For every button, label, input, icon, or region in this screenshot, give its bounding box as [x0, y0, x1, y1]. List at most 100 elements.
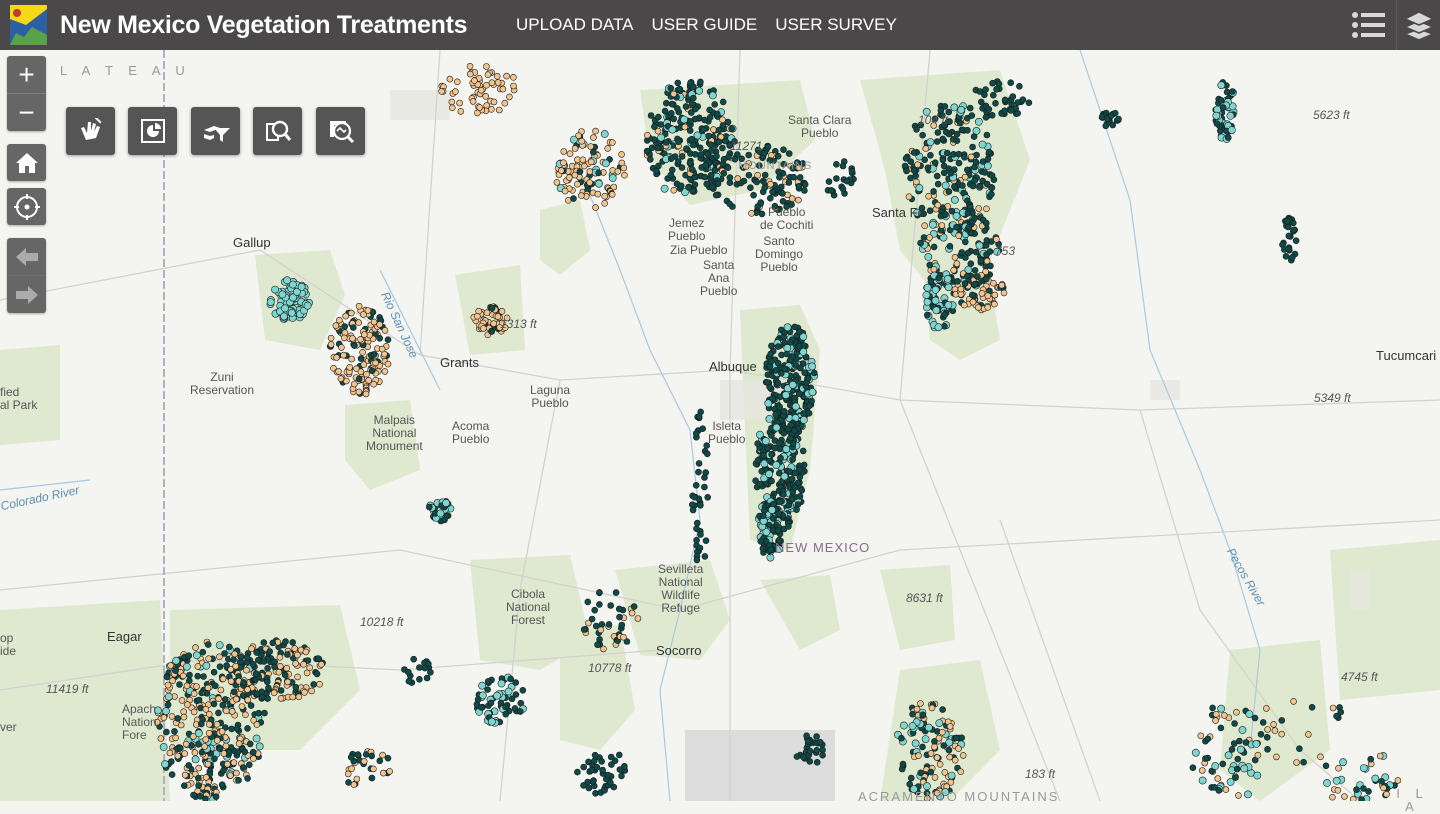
treatment-point[interactable] — [928, 704, 936, 712]
treatment-point[interactable] — [560, 148, 568, 155]
treatment-point[interactable] — [779, 198, 787, 205]
treatment-point[interactable] — [223, 707, 230, 715]
treatment-point[interactable] — [1293, 759, 1300, 766]
treatment-point[interactable] — [223, 662, 230, 669]
treatment-point[interactable] — [724, 164, 732, 171]
treatment-point[interactable] — [662, 99, 670, 107]
treatment-point[interactable] — [370, 765, 377, 773]
home-button[interactable] — [7, 144, 46, 181]
treatment-point[interactable] — [586, 168, 594, 175]
treatment-point[interactable] — [686, 127, 694, 134]
previous-extent-button[interactable] — [7, 238, 46, 275]
treatment-point[interactable] — [516, 708, 524, 715]
treatment-point[interactable] — [1264, 745, 1271, 753]
treatment-point[interactable] — [765, 470, 773, 478]
treatment-point[interactable] — [931, 743, 938, 751]
treatment-point[interactable] — [713, 110, 721, 118]
treatment-point[interactable] — [601, 200, 609, 207]
treatment-point[interactable] — [701, 116, 709, 124]
treatment-point[interactable] — [260, 639, 268, 646]
treatment-point[interactable] — [1235, 792, 1242, 799]
treatment-point[interactable] — [800, 753, 807, 761]
treatment-point[interactable] — [933, 754, 941, 761]
treatment-point[interactable] — [691, 151, 699, 158]
treatment-point[interactable] — [580, 763, 588, 771]
treatment-point[interactable] — [776, 498, 784, 506]
treatment-point[interactable] — [355, 388, 363, 396]
treatment-point[interactable] — [951, 183, 958, 190]
treatment-point[interactable] — [346, 363, 354, 371]
treatment-point[interactable] — [620, 633, 627, 641]
treatment-point[interactable] — [955, 745, 962, 752]
treatment-point[interactable] — [667, 171, 675, 179]
treatment-point[interactable] — [344, 770, 352, 778]
treatment-point[interactable] — [979, 158, 987, 165]
treatment-point[interactable] — [239, 764, 247, 771]
chart-button[interactable] — [128, 107, 177, 155]
treatment-point[interactable] — [935, 274, 943, 282]
treatment-point[interactable] — [967, 260, 975, 267]
treatment-point[interactable] — [247, 702, 255, 709]
treatment-point[interactable] — [953, 260, 961, 267]
treatment-point[interactable] — [957, 105, 966, 114]
treatment-point[interactable] — [621, 171, 628, 179]
treatment-point[interactable] — [204, 684, 212, 692]
treatment-point[interactable] — [620, 164, 628, 172]
treatment-point[interactable] — [225, 748, 233, 756]
treatment-point[interactable] — [1285, 232, 1293, 240]
treatment-point[interactable] — [962, 254, 969, 261]
treatment-point[interactable] — [602, 159, 610, 168]
treatment-point[interactable] — [1251, 714, 1259, 722]
treatment-point[interactable] — [595, 179, 603, 188]
treatment-point[interactable] — [967, 153, 975, 161]
treatment-point[interactable] — [230, 656, 237, 664]
treatment-point[interactable] — [163, 673, 171, 681]
treatment-point[interactable] — [276, 653, 284, 661]
treatment-point[interactable] — [1339, 758, 1347, 767]
treatment-point[interactable] — [833, 161, 840, 168]
treatment-point[interactable] — [988, 190, 995, 198]
treatment-point[interactable] — [719, 98, 727, 106]
treatment-point[interactable] — [212, 682, 219, 690]
treatment-point[interactable] — [357, 368, 365, 376]
treatment-point[interactable] — [271, 663, 278, 671]
treatment-point[interactable] — [808, 388, 817, 396]
treatment-point[interactable] — [970, 133, 978, 140]
treatment-point[interactable] — [675, 138, 682, 145]
treatment-point[interactable] — [708, 147, 715, 154]
treatment-point[interactable] — [190, 708, 198, 716]
treatment-point[interactable] — [953, 223, 960, 231]
treatment-point[interactable] — [612, 589, 620, 596]
treatment-point[interactable] — [949, 136, 957, 143]
treatment-point[interactable] — [570, 195, 577, 202]
treatment-point[interactable] — [503, 72, 510, 80]
treatment-point[interactable] — [333, 354, 340, 361]
treatment-point[interactable] — [244, 725, 251, 732]
treatment-point[interactable] — [233, 695, 240, 703]
treatment-point[interactable] — [691, 493, 698, 501]
treatment-point[interactable] — [1233, 708, 1240, 716]
treatment-point[interactable] — [839, 185, 847, 193]
treatment-point[interactable] — [1289, 254, 1296, 261]
treatment-point[interactable] — [1341, 793, 1348, 800]
treatment-point[interactable] — [958, 734, 966, 742]
treatment-point[interactable] — [670, 90, 678, 98]
treatment-point[interactable] — [911, 739, 920, 748]
treatment-point[interactable] — [1189, 764, 1197, 772]
treatment-point[interactable] — [190, 690, 198, 698]
treatment-point[interactable] — [975, 241, 984, 250]
treatment-point[interactable] — [561, 187, 569, 195]
treatment-point[interactable] — [654, 113, 662, 121]
treatment-point[interactable] — [378, 345, 386, 353]
treatment-point[interactable] — [674, 79, 682, 87]
treatment-point[interactable] — [591, 606, 599, 614]
treatment-point[interactable] — [660, 184, 669, 193]
treatment-point[interactable] — [777, 369, 785, 377]
treatment-point[interactable] — [215, 709, 222, 717]
treatment-point[interactable] — [195, 740, 202, 748]
treatment-point[interactable] — [772, 461, 781, 469]
treatment-point[interactable] — [587, 158, 595, 166]
treatment-point[interactable] — [936, 760, 944, 768]
treatment-point[interactable] — [1242, 739, 1250, 746]
treatment-point[interactable] — [766, 383, 773, 391]
